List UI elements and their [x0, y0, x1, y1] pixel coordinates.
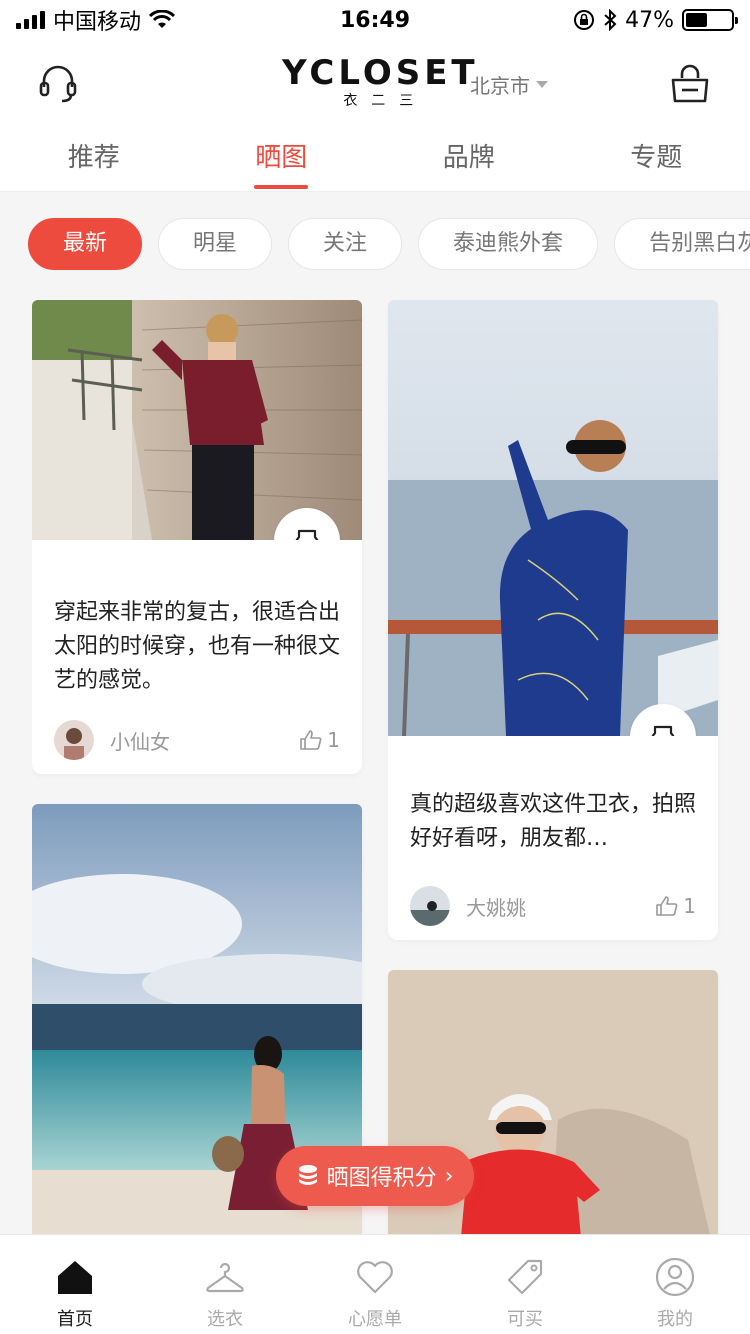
signal-icon [16, 11, 45, 29]
chip-following[interactable]: 关注 [288, 218, 403, 270]
nav-home[interactable]: 首页 [0, 1235, 150, 1334]
avatar[interactable] [54, 720, 94, 760]
hanger-icon [203, 1255, 247, 1299]
thumbs-up-icon [656, 896, 678, 916]
float-button-label: 晒图得积分 [326, 1166, 437, 1191]
customer-service-icon[interactable] [36, 62, 80, 106]
status-bar: 中国移动 16:49 47% [0, 0, 750, 40]
top-tabs: 推荐 晒图 品牌 专题 [0, 128, 750, 192]
like-button[interactable]: 1 [655, 894, 696, 918]
city-selector[interactable]: 北京市 [470, 70, 548, 99]
chip-latest[interactable]: 最新 [28, 218, 143, 270]
post-card[interactable]: 穿起来非常的复古，很适合出太阳的时候穿，也有一种很文艺的感觉。 小仙女 1 [32, 300, 362, 774]
author-name[interactable]: 大姚姚 [466, 892, 655, 921]
post-text: 穿起来非常的复古，很适合出太阳的时候穿，也有一种很文艺的感觉。 [54, 600, 341, 693]
tag-icon [503, 1255, 547, 1299]
shopping-bag-icon[interactable] [668, 62, 712, 106]
bluetooth-icon [604, 9, 617, 31]
nav-choose-clothes[interactable]: 选衣 [150, 1235, 300, 1334]
tab-recommend[interactable]: 推荐 [0, 128, 188, 191]
thumbs-up-icon [300, 730, 322, 750]
app-logo: YCLOSET 衣二三 [282, 53, 479, 109]
like-count: 1 [683, 894, 696, 918]
app-header: YCLOSET 衣二三 北京市 [0, 40, 750, 128]
chip-goodbye-monochrome[interactable]: 告别黑白灰 [614, 218, 750, 270]
chip-celebrity[interactable]: 明星 [158, 218, 273, 270]
post-photo-points-button[interactable]: 晒图得积分 › [276, 1146, 474, 1206]
chevron-right-icon: › [444, 1163, 454, 1189]
wifi-icon [149, 10, 176, 28]
nav-buyable[interactable]: 可买 [450, 1235, 600, 1334]
bottom-nav: 首页 选衣 心愿单 可买 我的 [0, 1234, 750, 1334]
nav-wishlist[interactable]: 心愿单 [300, 1235, 450, 1334]
post-footer: 小仙女 1 [32, 720, 362, 760]
home-icon [53, 1255, 97, 1299]
post-card[interactable]: 真的超级喜欢这件卫衣，拍照好好看呀，朋友都… 大姚姚 1 [388, 300, 718, 940]
tab-photos[interactable]: 晒图 [188, 128, 376, 191]
city-label: 北京市 [470, 74, 530, 98]
nav-profile[interactable]: 我的 [600, 1235, 750, 1334]
heart-icon [353, 1255, 397, 1299]
chevron-down-icon [536, 81, 548, 88]
post-photo[interactable] [32, 300, 362, 540]
profile-icon [653, 1255, 697, 1299]
avatar[interactable] [410, 886, 450, 926]
like-count: 1 [327, 728, 340, 752]
post-footer: 大姚姚 1 [388, 886, 718, 926]
author-name[interactable]: 小仙女 [110, 726, 299, 755]
tab-brands[interactable]: 品牌 [375, 128, 563, 191]
post-text: 真的超级喜欢这件卫衣，拍照好好看呀，朋友都… [410, 792, 697, 851]
battery-percent: 47% [625, 7, 674, 33]
carrier-label: 中国移动 [53, 10, 142, 35]
post-photo[interactable] [388, 300, 718, 736]
tab-topics[interactable]: 专题 [563, 128, 750, 191]
filter-chips: 最新 明星 关注 泰迪熊外套 告别黑白灰 [28, 218, 750, 274]
like-button[interactable]: 1 [299, 728, 340, 752]
battery-icon [682, 9, 738, 31]
rotation-lock-icon [574, 10, 595, 30]
chip-teddy-coat[interactable]: 泰迪熊外套 [418, 218, 599, 270]
photo-feed: 穿起来非常的复古，很适合出太阳的时候穿，也有一种很文艺的感觉。 小仙女 1 真的… [32, 300, 722, 1234]
coins-icon [298, 1165, 317, 1185]
